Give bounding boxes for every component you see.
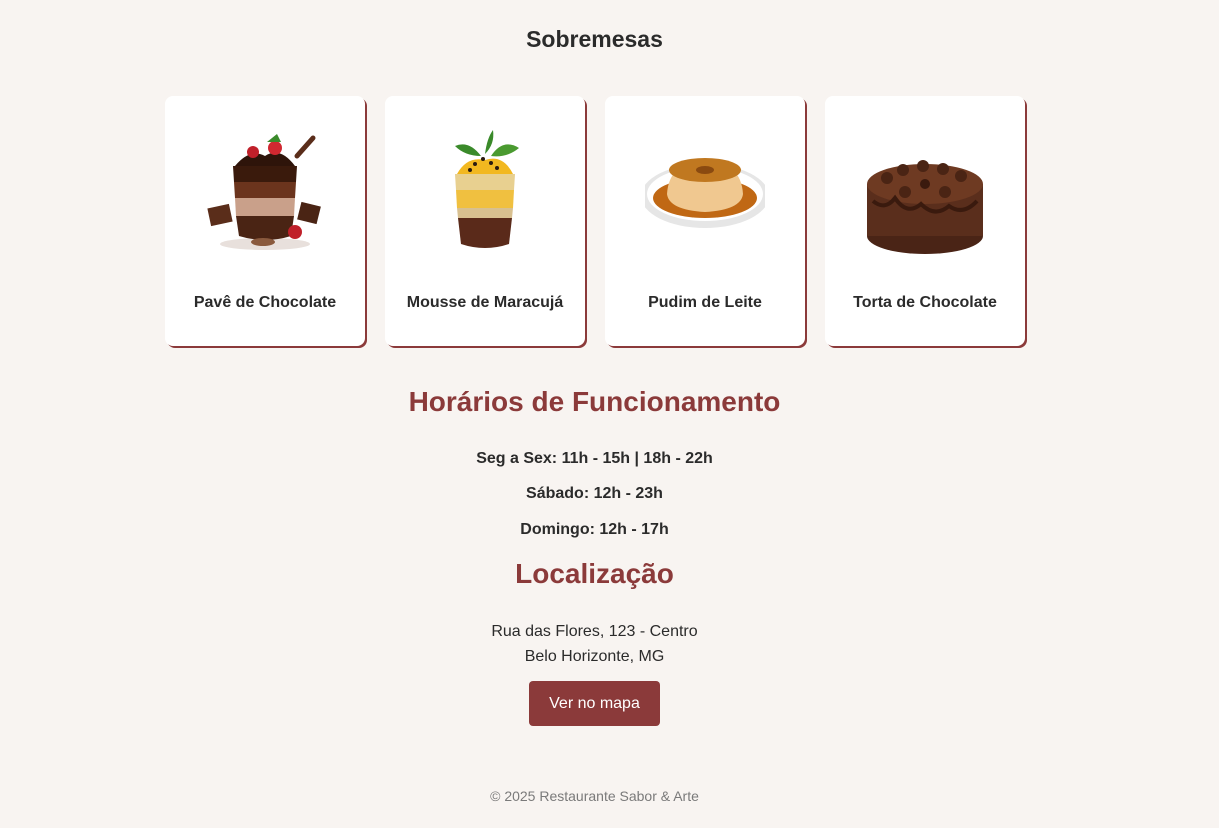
chocolate-trifle-image <box>205 126 325 256</box>
hours-title: Horários de Funcionamento <box>408 386 781 417</box>
dessert-cards: Pavê de Chocolate Mousse de Maracujá Pud… <box>165 96 1025 346</box>
chocolate-cake-image <box>865 126 985 256</box>
dessert-name: Pudim de Leite <box>648 294 762 311</box>
view-map-button[interactable]: Ver no mapa <box>529 681 660 726</box>
dessert-name: Mousse de Maracujá <box>406 294 564 311</box>
address-street: Rua das Flores, 123 - Centro <box>491 623 698 640</box>
hours-saturday: Sábado: 12h - 23h <box>526 485 663 502</box>
hours-weekdays: Seg a Sex: 11h - 15h | 18h - 22h <box>476 450 713 467</box>
passion-fruit-mousse-image <box>425 126 545 256</box>
dessert-card-mousse[interactable]: Mousse de Maracujá <box>385 96 585 346</box>
footer-copyright: © 2025 Restaurante Sabor & Arte <box>490 788 699 804</box>
dessert-card-torta[interactable]: Torta de Chocolate <box>825 96 1025 346</box>
hours-sunday: Domingo: 12h - 17h <box>520 521 669 538</box>
flan-pudding-image <box>645 126 765 256</box>
page: Sobremesas Pavê de Chocolate Mousse de M… <box>0 0 1219 828</box>
address-city: Belo Horizonte, MG <box>524 648 665 665</box>
location-title: Localização <box>515 558 674 589</box>
desserts-title: Sobremesas <box>526 26 663 52</box>
dessert-name: Pavê de Chocolate <box>193 294 337 311</box>
dessert-card-pudim[interactable]: Pudim de Leite <box>605 96 805 346</box>
dessert-card-pave[interactable]: Pavê de Chocolate <box>165 96 365 346</box>
dessert-name: Torta de Chocolate <box>853 294 997 311</box>
